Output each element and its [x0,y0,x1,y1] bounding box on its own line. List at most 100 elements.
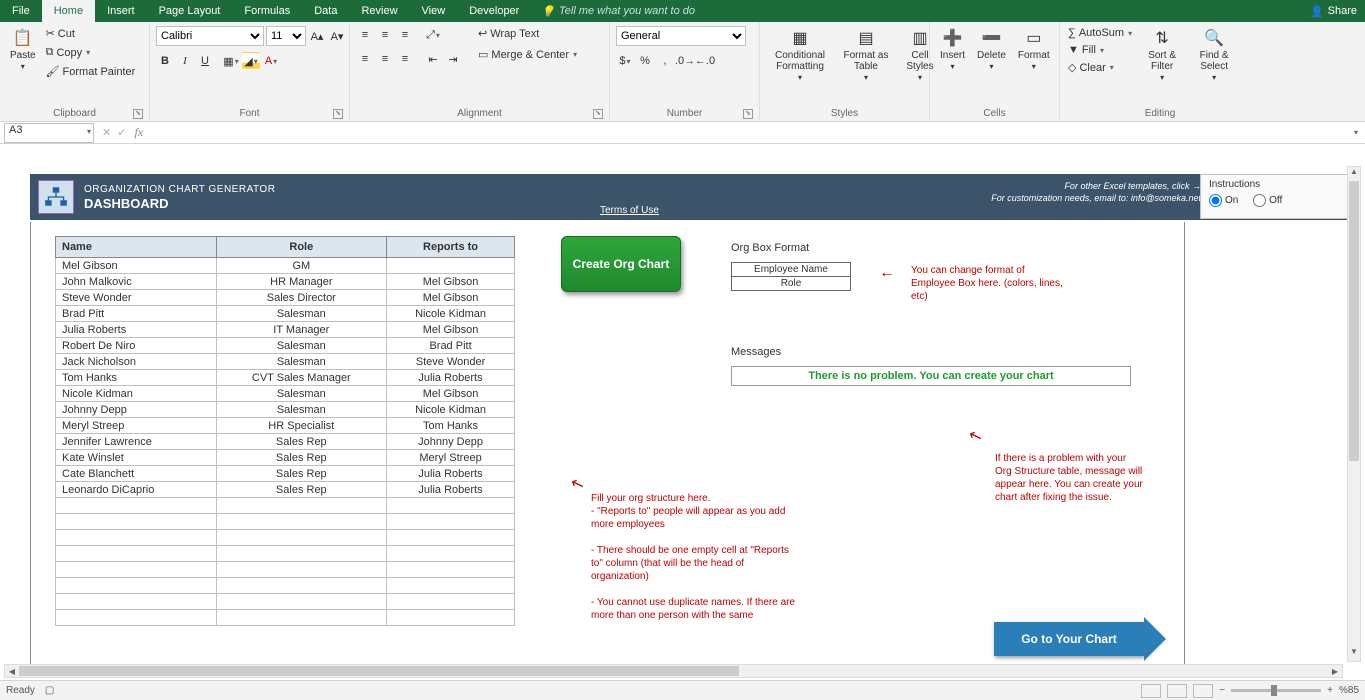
zoom-thumb[interactable] [1271,685,1277,696]
align-bottom-button[interactable]: ≡ [396,26,414,44]
number-dialog-launcher[interactable]: ⬊ [743,109,753,119]
table-cell[interactable]: Steve Wonder [387,354,515,370]
tab-developer[interactable]: Developer [457,0,531,22]
orientation-button[interactable]: ⤢ [424,26,442,44]
table-row[interactable] [56,498,515,514]
table-cell[interactable]: Salesman [216,386,387,402]
decrease-indent-button[interactable]: ⇤ [424,50,442,68]
format-cells-button[interactable]: ▭Format▾ [1014,26,1054,74]
table-cell[interactable] [387,578,515,594]
table-cell[interactable]: Brad Pitt [56,306,217,322]
terms-link[interactable]: Terms of Use [600,205,659,216]
table-cell[interactable]: GM [216,258,387,274]
table-cell[interactable] [216,546,387,562]
create-org-chart-button[interactable]: Create Org Chart [561,236,681,292]
table-cell[interactable]: Sales Rep [216,450,387,466]
bold-button[interactable]: B [156,52,174,70]
table-cell[interactable]: John Malkovic [56,274,217,290]
accounting-format-button[interactable]: $ [616,52,634,70]
table-cell[interactable]: Sales Rep [216,482,387,498]
table-cell[interactable] [56,514,217,530]
scroll-left-icon[interactable]: ◀ [5,667,19,676]
tab-formulas[interactable]: Formulas [232,0,302,22]
zoom-level[interactable]: %85 [1339,685,1359,696]
font-size-select[interactable]: 11 [266,26,306,46]
table-cell[interactable] [216,514,387,530]
table-cell[interactable]: Salesman [216,354,387,370]
table-cell[interactable]: Julia Roberts [56,322,217,338]
table-cell[interactable]: HR Specialist [216,418,387,434]
macro-record-icon[interactable]: ▢ [45,685,54,696]
merge-center-button[interactable]: ▭Merge & Center [476,47,579,62]
table-row[interactable]: Meryl StreepHR SpecialistTom Hanks [56,418,515,434]
table-cell[interactable]: Johnny Depp [387,434,515,450]
table-cell[interactable]: HR Manager [216,274,387,290]
share-button[interactable]: 👤 Share [1310,0,1357,22]
table-row[interactable]: Julia RobertsIT ManagerMel Gibson [56,322,515,338]
table-row[interactable]: John MalkovicHR ManagerMel Gibson [56,274,515,290]
copy-button[interactable]: ⧉Copy [44,45,138,60]
format-as-table-button[interactable]: ▤Format as Table▾ [838,26,894,85]
percent-format-button[interactable]: % [636,52,654,70]
table-cell[interactable] [387,610,515,626]
page-layout-view-button[interactable] [1167,684,1187,698]
decrease-font-button[interactable]: A▾ [328,27,346,45]
table-cell[interactable] [387,258,515,274]
radio-off[interactable] [1253,194,1266,207]
format-painter-button[interactable]: 🖌Format Painter [44,64,138,79]
table-cell[interactable] [216,578,387,594]
table-cell[interactable] [56,578,217,594]
align-center-button[interactable]: ≡ [376,50,394,68]
wrap-text-button[interactable]: ↩Wrap Text [476,26,579,41]
table-cell[interactable]: Tom Hanks [387,418,515,434]
table-cell[interactable] [216,498,387,514]
tab-insert[interactable]: Insert [95,0,147,22]
font-name-select[interactable]: Calibri [156,26,264,46]
find-select-button[interactable]: 🔍Find & Select▾ [1190,26,1238,85]
table-cell[interactable]: Jennifer Lawrence [56,434,217,450]
fx-icon[interactable]: fx [134,125,143,140]
table-cell[interactable] [387,546,515,562]
table-row[interactable] [56,514,515,530]
table-cell[interactable]: Jack Nicholson [56,354,217,370]
table-row[interactable]: Brad PittSalesmanNicole Kidman [56,306,515,322]
table-row[interactable]: Nicole KidmanSalesmanMel Gibson [56,386,515,402]
table-cell[interactable]: Johnny Depp [56,402,217,418]
tell-me[interactable]: 💡 Tell me what you want to do [541,0,695,22]
table-row[interactable] [56,562,515,578]
table-row[interactable]: Steve WonderSales DirectorMel Gibson [56,290,515,306]
page-break-view-button[interactable] [1193,684,1213,698]
alignment-dialog-launcher[interactable]: ⬊ [593,109,603,119]
table-cell[interactable]: Sales Director [216,290,387,306]
table-cell[interactable] [387,514,515,530]
increase-indent-button[interactable]: ⇥ [444,50,462,68]
table-row[interactable]: Robert De NiroSalesmanBrad Pitt [56,338,515,354]
instructions-off-radio[interactable]: Off [1253,194,1282,207]
table-cell[interactable] [387,562,515,578]
scroll-up-icon[interactable]: ▲ [1350,167,1358,181]
table-cell[interactable]: Brad Pitt [387,338,515,354]
table-row[interactable] [56,530,515,546]
table-row[interactable]: Cate BlanchettSales RepJulia Roberts [56,466,515,482]
table-cell[interactable] [56,562,217,578]
table-cell[interactable] [56,498,217,514]
table-row[interactable] [56,546,515,562]
table-cell[interactable]: Sales Rep [216,434,387,450]
table-cell[interactable]: Mel Gibson [387,386,515,402]
tab-view[interactable]: View [410,0,458,22]
table-cell[interactable] [387,530,515,546]
table-cell[interactable]: Meryl Streep [56,418,217,434]
table-cell[interactable]: Meryl Streep [387,450,515,466]
font-color-button[interactable]: A [262,52,280,70]
vscroll-thumb[interactable] [1349,181,1359,461]
insert-cells-button[interactable]: ➕Insert▾ [936,26,969,74]
table-row[interactable]: Mel GibsonGM [56,258,515,274]
table-cell[interactable]: IT Manager [216,322,387,338]
enter-formula-icon[interactable]: ✓ [117,126,126,139]
table-cell[interactable] [387,594,515,610]
table-cell[interactable]: Cate Blanchett [56,466,217,482]
conditional-formatting-button[interactable]: ▦Conditional Formatting▾ [766,26,834,85]
clipboard-dialog-launcher[interactable]: ⬊ [133,109,143,119]
table-row[interactable]: Kate WinsletSales RepMeryl Streep [56,450,515,466]
align-top-button[interactable]: ≡ [356,26,374,44]
